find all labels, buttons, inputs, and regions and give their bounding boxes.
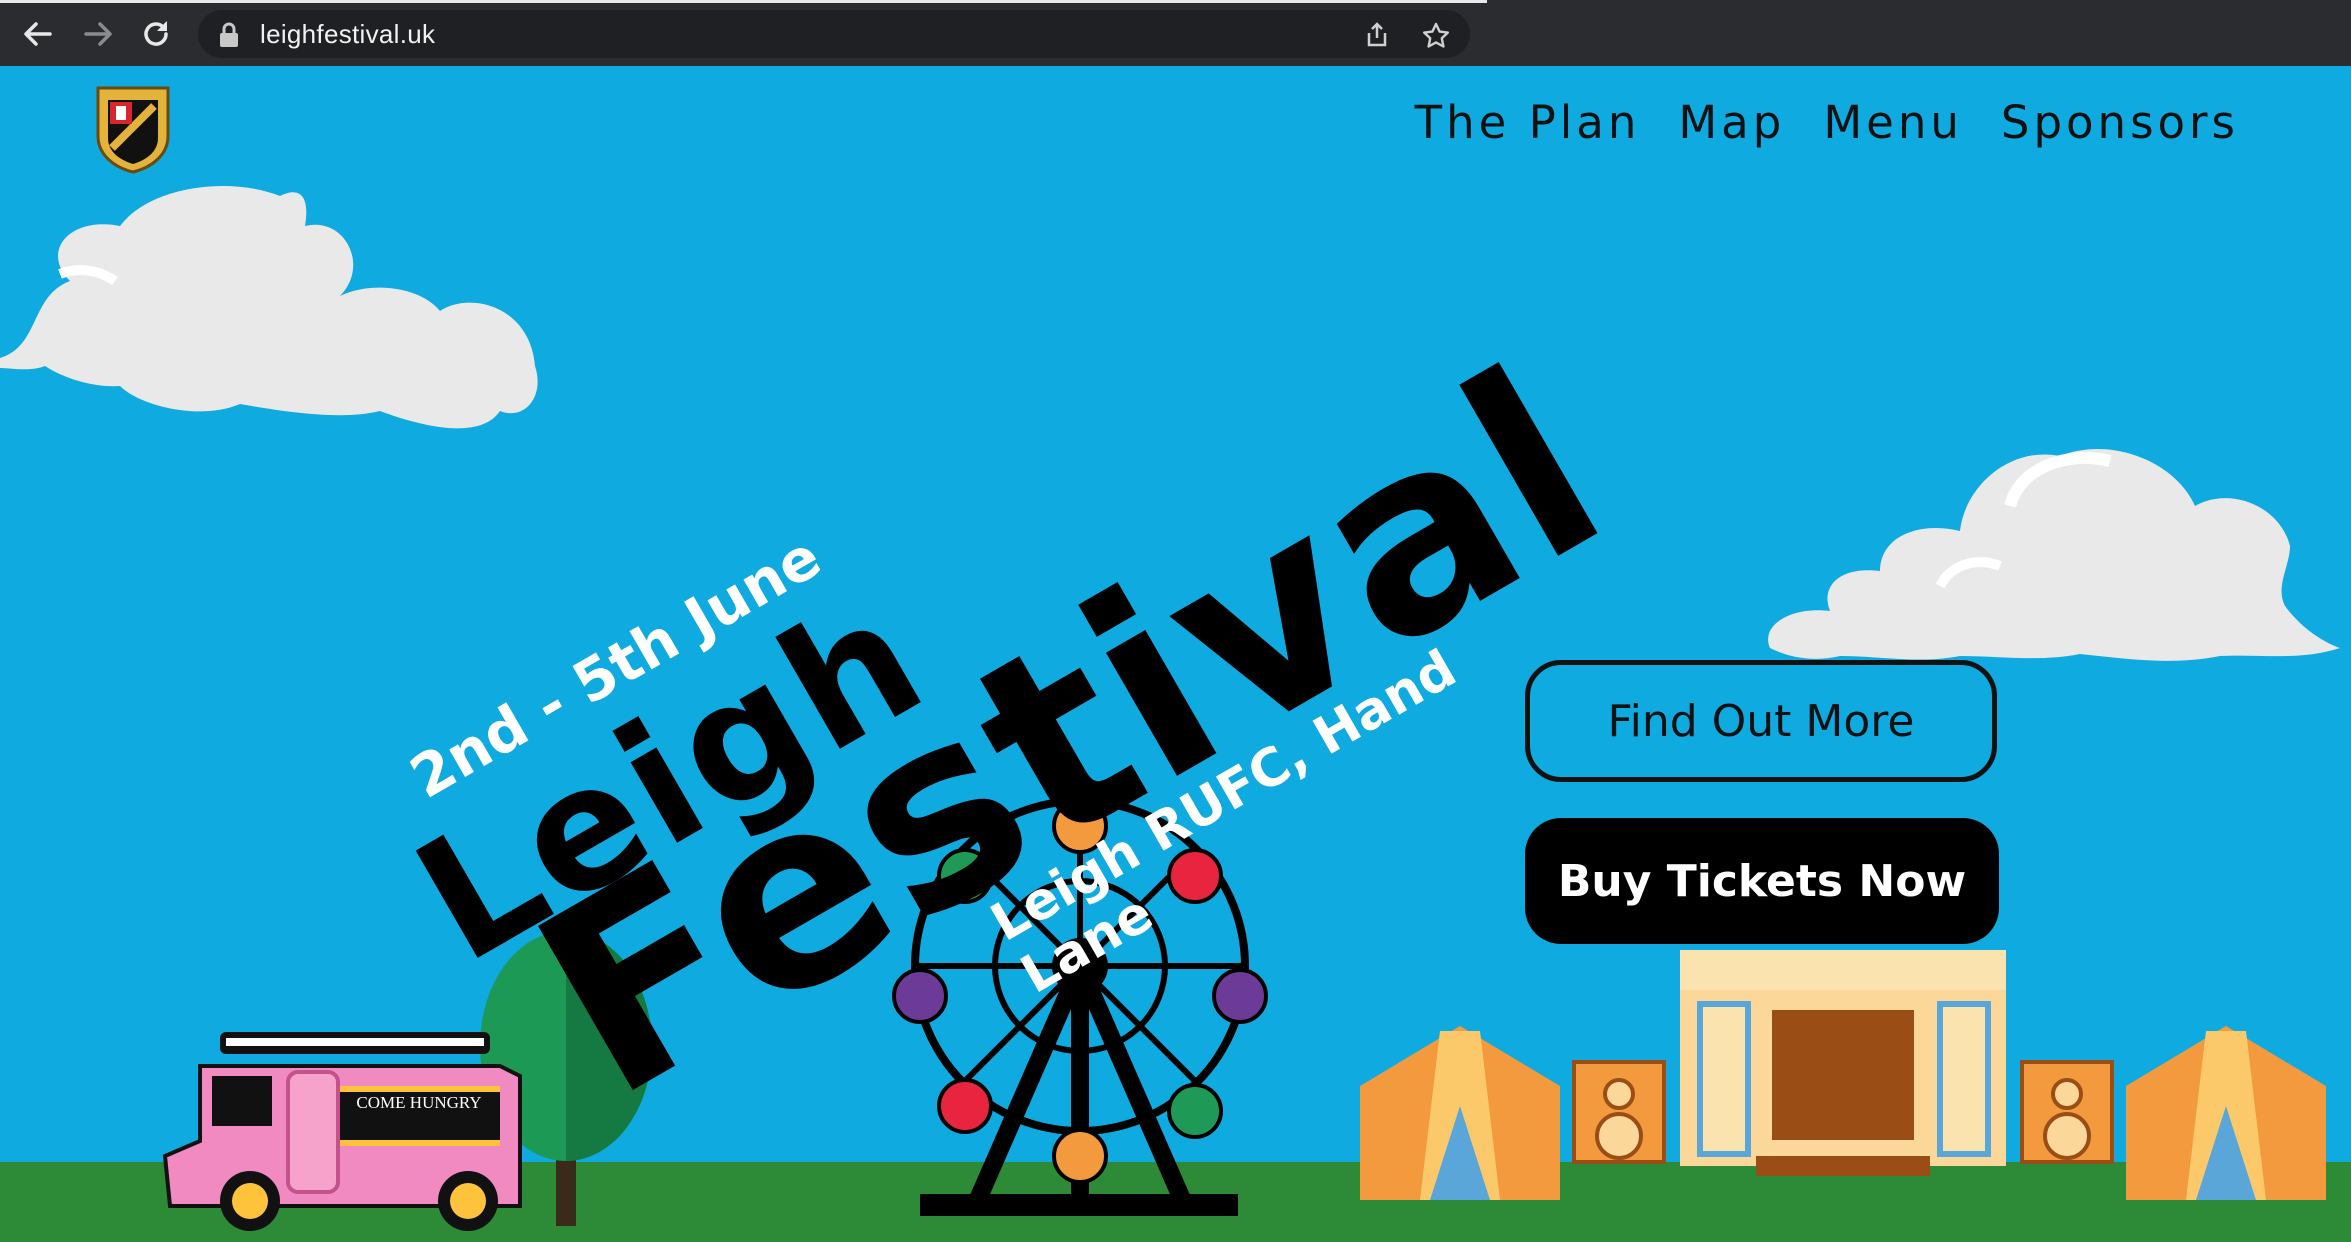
tab-strip-edge [0, 0, 1487, 3]
nav-link-sponsors[interactable]: Sponsors [2001, 96, 2239, 149]
speaker-left-icon [1572, 1060, 1666, 1164]
nav-link-menu[interactable]: Menu [1823, 96, 1963, 149]
nav-link-map[interactable]: Map [1678, 96, 1785, 149]
reload-icon[interactable] [136, 14, 176, 54]
nav-link-the-plan[interactable]: The Plan [1415, 96, 1641, 149]
find-out-more-button[interactable]: Find Out More [1525, 660, 1997, 782]
back-arrow-icon[interactable] [18, 14, 58, 54]
club-crest-logo[interactable] [90, 78, 176, 174]
address-bar[interactable]: leighfestival.uk [198, 10, 1470, 58]
tent-right-icon [2126, 1026, 2326, 1200]
cloud-right-icon [1768, 449, 2340, 661]
speaker-right-icon [2020, 1060, 2114, 1164]
bookmark-star-icon[interactable] [1422, 22, 1449, 48]
tent-left-icon [1360, 1026, 1560, 1200]
van-sign: COME HUNGRY [356, 1093, 482, 1112]
cloud-left-icon [0, 186, 538, 429]
url-text: leighfestival.uk [260, 19, 436, 49]
stage-icon [1680, 950, 2006, 1176]
forward-arrow-icon[interactable] [78, 14, 118, 54]
main-nav: The Plan Map Menu Sponsors [1415, 96, 2239, 149]
buy-tickets-button[interactable]: Buy Tickets Now [1525, 818, 1999, 944]
page-content: The Plan Map Menu Sponsors 2nd - 5th Jun… [0, 66, 2351, 1242]
lock-icon [218, 22, 244, 48]
share-icon[interactable] [1364, 22, 1390, 48]
browser-toolbar: leighfestival.uk [0, 0, 2351, 66]
